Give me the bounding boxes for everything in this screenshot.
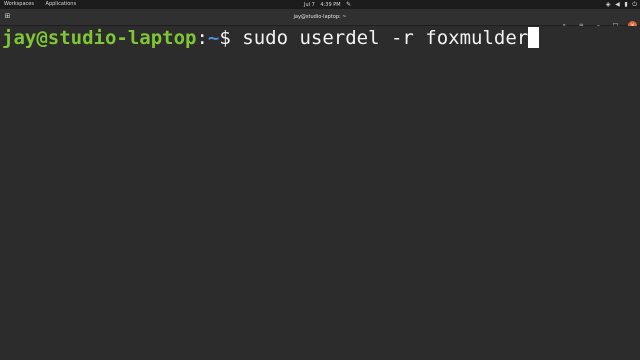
prompt-colon: : [196, 27, 208, 49]
network-icon[interactable]: ◈ [606, 1, 611, 8]
battery-icon[interactable]: ▮ [624, 1, 627, 8]
command-line: jay@studio-laptop:~$ sudo userdel -r fox… [2, 26, 540, 50]
applications-menu[interactable]: Applications [46, 1, 77, 7]
text-cursor [528, 27, 540, 48]
time-label: 4:39 PM [320, 2, 341, 8]
notification-icon: ✎ [346, 1, 352, 8]
window-title: jay@studio-laptop: ~ [293, 14, 347, 20]
terminal-area[interactable]: jay@studio-laptop:~$ sudo userdel -r fox… [0, 26, 640, 360]
date-label: Jul 7 [304, 2, 315, 8]
terminal-titlebar: ⊞ jay@studio-laptop: ~ ⌕ ≡ – □ × [0, 9, 640, 30]
prompt-user-host: jay@studio-laptop [2, 27, 197, 49]
workspaces-menu[interactable]: Workspaces [4, 1, 34, 7]
prompt-symbol: $ [219, 27, 231, 49]
volume-icon[interactable]: ◀ [615, 1, 620, 8]
top-bar: Workspaces Applications Jul 7 4:39 PM ✎ … [0, 0, 640, 9]
command-text: sudo userdel -r foxmulder [230, 27, 529, 49]
prompt-path: ~ [207, 27, 220, 49]
power-icon[interactable]: ⏻ [632, 1, 637, 8]
